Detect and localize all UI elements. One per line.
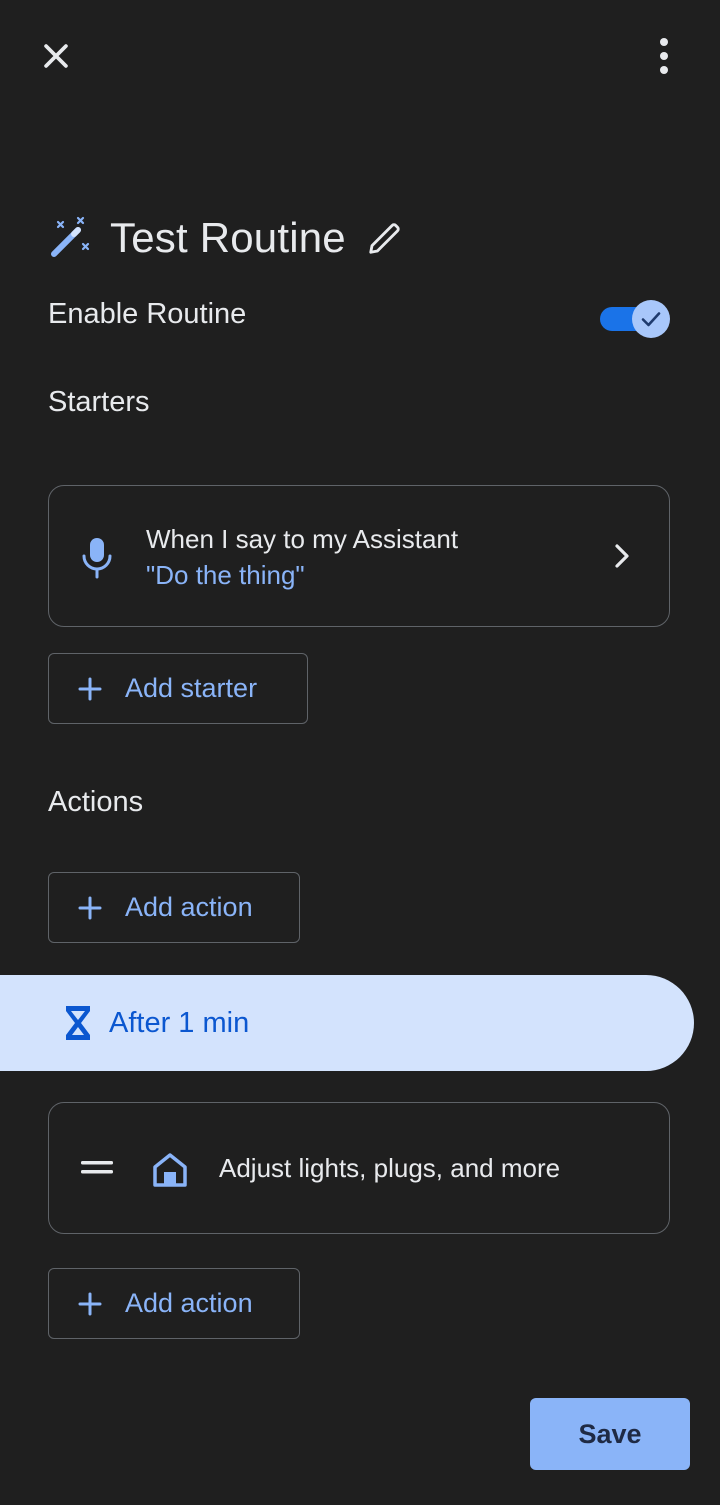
- plus-icon: [77, 676, 103, 702]
- add-action-button-top[interactable]: Add action: [48, 872, 300, 943]
- add-starter-label: Add starter: [125, 673, 258, 703]
- save-label: Save: [578, 1418, 642, 1449]
- plus-icon: [77, 1291, 103, 1317]
- action-card[interactable]: Adjust lights, plugs, and more: [48, 1102, 670, 1234]
- drag-handle-icon[interactable]: [79, 1157, 115, 1179]
- routine-title-row: Test Routine: [48, 205, 404, 271]
- enable-routine-label: Enable Routine: [48, 298, 247, 330]
- add-action-label: Add action: [125, 1288, 253, 1318]
- action-label: Adjust lights, plugs, and more: [219, 1153, 561, 1183]
- more-options-button[interactable]: [640, 30, 688, 82]
- toggle-thumb: [632, 300, 670, 338]
- starter-card[interactable]: When I say to my Assistant "Do the thing…: [48, 485, 670, 627]
- add-starter-button[interactable]: Add starter: [48, 653, 308, 724]
- actions-heading: Actions: [48, 786, 144, 818]
- mic-icon: [82, 538, 112, 579]
- more-vert-icon: [660, 38, 668, 74]
- close-icon: [44, 44, 68, 68]
- hourglass-icon: [63, 1003, 93, 1043]
- starter-title: When I say to my Assistant: [146, 524, 459, 554]
- check-icon: [641, 312, 661, 327]
- save-button[interactable]: Save: [530, 1398, 690, 1470]
- add-action-button-bottom[interactable]: Add action: [48, 1268, 300, 1339]
- delay-label: After 1 min: [109, 1006, 250, 1039]
- starters-heading: Starters: [48, 386, 150, 418]
- home-icon: [153, 1153, 187, 1187]
- routine-title: Test Routine: [110, 214, 346, 261]
- add-action-label: Add action: [125, 892, 253, 922]
- magic-wand-icon: [51, 216, 90, 257]
- pencil-icon[interactable]: [366, 219, 404, 257]
- close-button[interactable]: [30, 30, 82, 82]
- chevron-right-icon: [615, 544, 629, 568]
- enable-routine-toggle[interactable]: [598, 296, 674, 342]
- plus-icon: [77, 895, 103, 921]
- starter-phrase: "Do the thing": [146, 560, 305, 590]
- delay-item[interactable]: After 1 min: [0, 975, 694, 1071]
